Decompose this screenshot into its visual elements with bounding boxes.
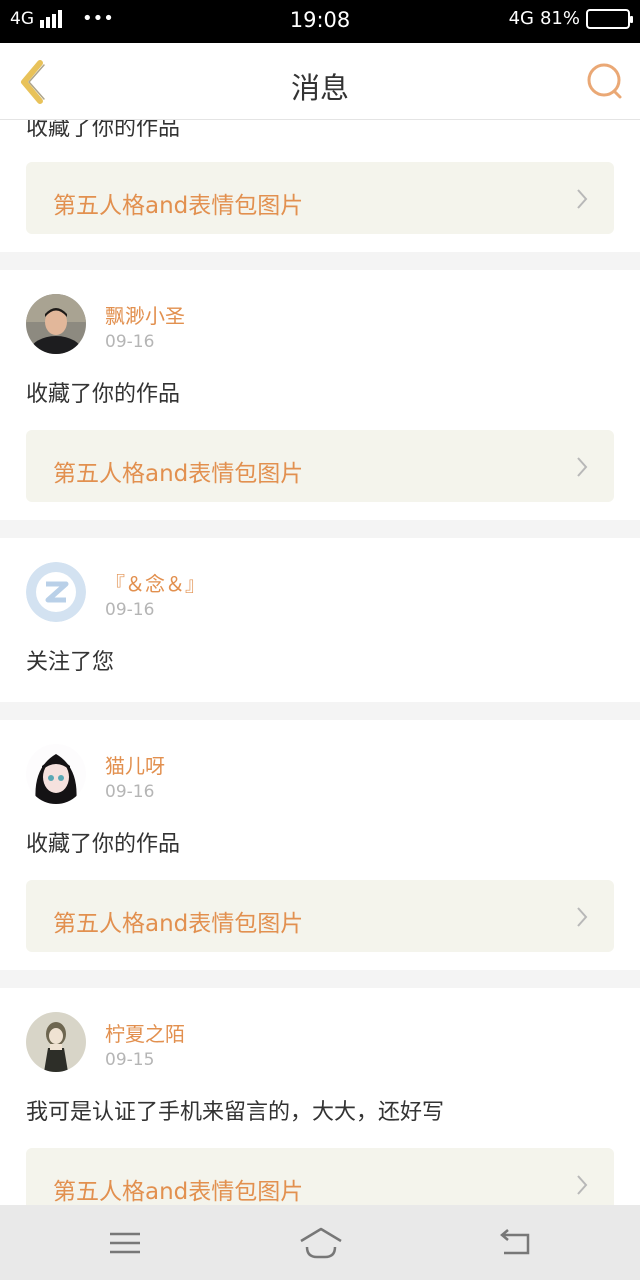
chevron-right-icon bbox=[577, 1175, 588, 1195]
message-text: 收藏了你的作品 bbox=[26, 382, 181, 407]
card-header: 猫儿呀 09-16 bbox=[26, 720, 614, 814]
chevron-right-icon bbox=[577, 907, 588, 927]
return-button[interactable] bbox=[496, 1225, 536, 1261]
back-arrow-icon bbox=[500, 1229, 530, 1255]
avatar[interactable] bbox=[26, 744, 86, 804]
avatar[interactable] bbox=[26, 562, 86, 622]
menu-icon bbox=[110, 1232, 140, 1254]
work-title: 第五人格and表情包图片 bbox=[53, 1179, 304, 1205]
message-card: 猫儿呀 09-16 收藏了你的作品 第五人格and表情包图片 bbox=[0, 720, 640, 970]
home-icon bbox=[300, 1227, 342, 1259]
chevron-right-icon bbox=[577, 189, 588, 209]
chevron-right-icon bbox=[577, 457, 588, 477]
message-card: 『＆念＆』 09-16 关注了您 bbox=[0, 538, 640, 702]
message-card: 柠夏之陌 09-15 我可是认证了手机来留言的，大大，还好写 第五人格and表情… bbox=[0, 988, 640, 1205]
work-title: 第五人格and表情包图片 bbox=[53, 911, 304, 937]
nav-bar: 消息 bbox=[0, 43, 640, 120]
avatar-image bbox=[26, 294, 86, 354]
message-card: 飘渺小圣 09-16 收藏了你的作品 第五人格and表情包图片 bbox=[0, 270, 640, 520]
battery-percent: 81% bbox=[539, 8, 580, 29]
card-header: 柠夏之陌 09-15 bbox=[26, 988, 614, 1082]
avatar[interactable] bbox=[26, 294, 86, 354]
search-icon bbox=[587, 63, 622, 99]
avatar[interactable] bbox=[26, 1012, 86, 1072]
work-link[interactable]: 第五人格and表情包图片 bbox=[26, 880, 614, 952]
work-link[interactable]: 第五人格and表情包图片 bbox=[26, 430, 614, 502]
user-name[interactable]: 猫儿呀 bbox=[105, 750, 165, 779]
work-link[interactable]: 第五人格and表情包图片 bbox=[26, 1148, 614, 1205]
card-header: 飘渺小圣 09-16 bbox=[26, 270, 614, 364]
menu-button[interactable] bbox=[105, 1225, 145, 1261]
message-text: 收藏了你的作品 bbox=[26, 120, 181, 141]
work-title: 第五人格and表情包图片 bbox=[53, 461, 304, 487]
status-right: 4G 81% bbox=[508, 8, 633, 29]
card-header: 『＆念＆』 09-16 bbox=[26, 538, 614, 632]
message-date: 09-16 bbox=[105, 782, 155, 802]
message-feed[interactable]: 收藏了你的作品 第五人格and表情包图片 飘渺小圣 09-16 收藏了你的作品 … bbox=[0, 120, 640, 1205]
home-button[interactable] bbox=[298, 1225, 344, 1261]
chevron-left-icon bbox=[21, 60, 45, 104]
message-card: 收藏了你的作品 第五人格and表情包图片 bbox=[0, 120, 640, 252]
work-link[interactable]: 第五人格and表情包图片 bbox=[26, 162, 614, 234]
anime-girl-avatar bbox=[26, 744, 86, 804]
search-button[interactable] bbox=[584, 60, 626, 102]
illustrated-girl-avatar bbox=[26, 1012, 86, 1072]
status-bar: 4G ••• 19:08 4G 81% bbox=[0, 0, 640, 43]
message-text: 关注了您 bbox=[26, 650, 115, 675]
message-date: 09-16 bbox=[105, 600, 155, 620]
qzone-default-avatar bbox=[26, 562, 86, 622]
battery-icon bbox=[586, 8, 633, 29]
user-name[interactable]: 柠夏之陌 bbox=[105, 1018, 185, 1047]
work-title: 第五人格and表情包图片 bbox=[53, 193, 304, 219]
message-text: 收藏了你的作品 bbox=[26, 832, 181, 857]
page-title: 消息 bbox=[290, 71, 349, 105]
network-type-right: 4G bbox=[508, 8, 534, 29]
message-date: 09-16 bbox=[105, 332, 155, 352]
user-name[interactable]: 『＆念＆』 bbox=[105, 568, 205, 597]
user-name[interactable]: 飘渺小圣 bbox=[105, 300, 185, 329]
message-date: 09-15 bbox=[105, 1050, 155, 1070]
system-nav-bar bbox=[0, 1205, 640, 1280]
back-button[interactable] bbox=[14, 57, 54, 107]
message-text: 我可是认证了手机来留言的，大大，还好写 bbox=[26, 1100, 445, 1125]
